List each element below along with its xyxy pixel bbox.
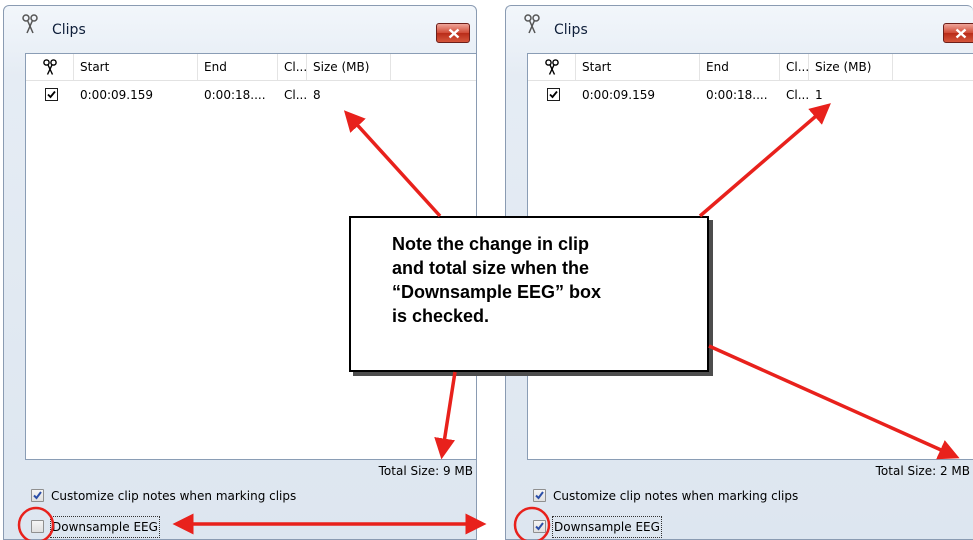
checkmark-icon (549, 90, 558, 99)
column-header-start[interactable]: Start (74, 54, 198, 80)
checkmark-icon (535, 491, 544, 500)
column-header-cl[interactable]: Cl... (780, 54, 809, 80)
customize-notes-label: Customize clip notes when marking clips (51, 489, 297, 503)
column-header-start[interactable]: Start (576, 54, 700, 80)
cell-start: 0:00:09.159 (80, 88, 153, 102)
callout-line: Note the change in clip (392, 234, 590, 254)
callout-line: is checked. (392, 306, 490, 326)
cell-size: 1 (815, 88, 823, 102)
table-row[interactable]: 0:00:09.159 0:00:18.... Cl... 8 (26, 85, 476, 105)
row-checkbox[interactable] (45, 88, 58, 101)
cell-start: 0:00:09.159 (582, 88, 655, 102)
table-row[interactable]: 0:00:09.159 0:00:18.... Cl... 1 (528, 85, 973, 105)
customize-notes-checkbox[interactable] (31, 489, 44, 502)
list-header: Start End Cl... Size (MB) (26, 54, 476, 81)
downsample-eeg-label: Downsample EEG (552, 516, 662, 538)
callout-line: “Downsample EEG” box (392, 282, 602, 302)
cell-cl: Cl... (284, 88, 308, 102)
scissors-icon (43, 59, 57, 75)
column-header-clip[interactable] (26, 54, 74, 80)
checkmark-icon (47, 90, 56, 99)
downsample-eeg-label: Downsample EEG (50, 516, 160, 538)
panel-title: Clips (52, 22, 86, 38)
cell-end: 0:00:18.... (204, 88, 266, 102)
title-bar: Clips (506, 6, 973, 46)
annotation-callout: Note the change in clip and total size w… (349, 216, 709, 372)
checkmark-icon (535, 522, 544, 531)
cell-end: 0:00:18.... (706, 88, 768, 102)
column-header-end[interactable]: End (198, 54, 278, 80)
close-icon (448, 28, 460, 39)
downsample-eeg-checkbox[interactable] (31, 520, 44, 533)
column-header-clip[interactable] (528, 54, 576, 80)
panel-title: Clips (554, 22, 588, 38)
customize-notes-label: Customize clip notes when marking clips (553, 489, 799, 503)
total-size: Total Size: 9 MB (378, 464, 473, 478)
cell-cl: Cl... (786, 88, 810, 102)
downsample-eeg-checkbox[interactable] (533, 520, 546, 533)
column-header-cl[interactable]: Cl... (278, 54, 307, 80)
checkmark-icon (33, 491, 42, 500)
scissors-icon (545, 59, 559, 75)
callout-line: and total size when the (392, 258, 590, 278)
cell-size: 8 (313, 88, 321, 102)
total-size: Total Size: 2 MB (875, 464, 970, 478)
column-header-size[interactable]: Size (MB) (809, 54, 893, 80)
column-header-end[interactable]: End (700, 54, 780, 80)
column-header-size[interactable]: Size (MB) (307, 54, 391, 80)
title-bar: Clips (4, 6, 476, 46)
close-button[interactable] (943, 23, 973, 43)
close-icon (955, 28, 967, 39)
list-header: Start End Cl... Size (MB) (528, 54, 973, 81)
close-button[interactable] (436, 23, 470, 43)
scissors-icon (22, 14, 38, 34)
row-checkbox[interactable] (547, 88, 560, 101)
customize-notes-checkbox[interactable] (533, 489, 546, 502)
scissors-icon (524, 14, 540, 34)
